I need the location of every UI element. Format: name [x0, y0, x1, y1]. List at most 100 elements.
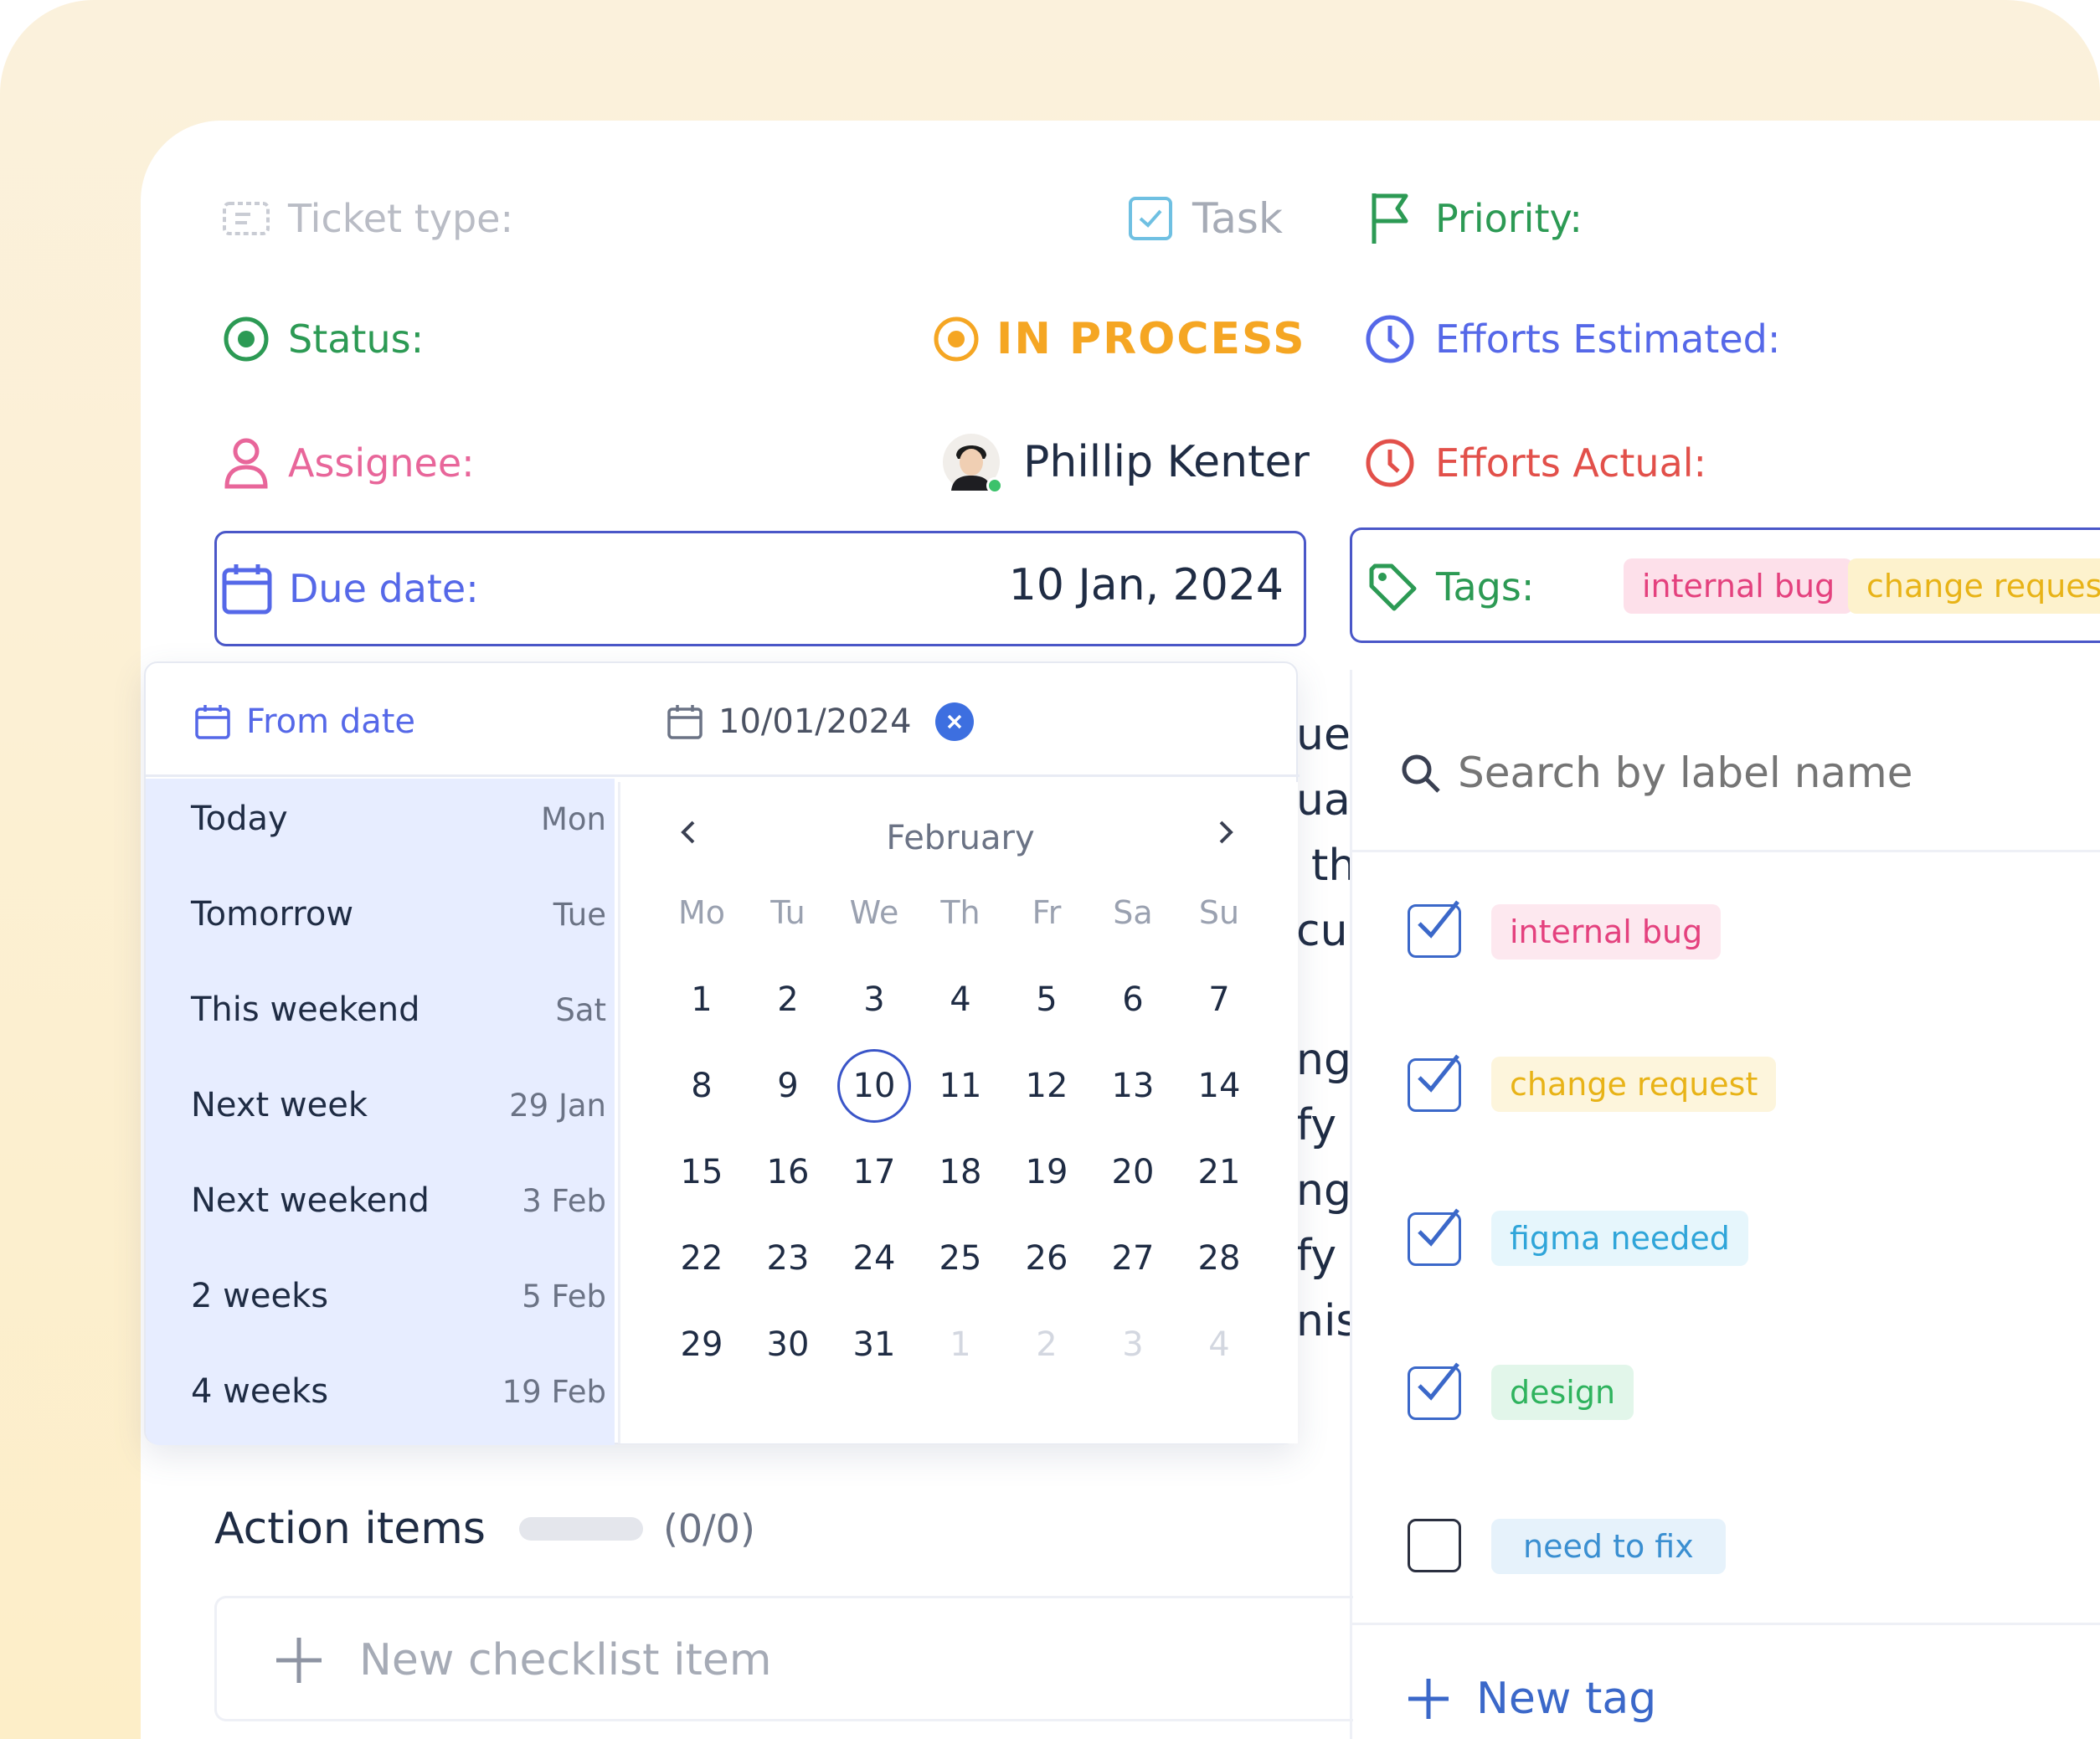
weekday-label: Th [940, 894, 981, 931]
calendar-day[interactable]: 7 [1181, 975, 1257, 1025]
preset-today[interactable]: Today Mon [191, 794, 606, 844]
calendar-day[interactable]: 10 [836, 1061, 912, 1111]
plus-icon [1406, 1676, 1451, 1721]
calendar-day[interactable]: 16 [750, 1147, 826, 1197]
weekday-label: Mo [677, 894, 726, 931]
calendar-day[interactable]: 24 [836, 1233, 912, 1284]
tag-chip-change-request[interactable]: change request [1848, 558, 2100, 614]
action-items-progress-bar [518, 1517, 643, 1541]
search-icon [1399, 752, 1443, 795]
status-text: IN PROCESS [996, 314, 1306, 364]
clock-icon [1365, 438, 1415, 488]
new-checklist-placeholder: New checklist item [359, 1635, 772, 1685]
date-input-value: 10/01/2024 [718, 702, 912, 741]
status-radio-icon [221, 314, 271, 364]
tag-chip-internal-bug[interactable]: internal bug [1624, 558, 1854, 614]
chevron-right-icon[interactable] [1208, 815, 1242, 849]
tag-option-need-to-fix[interactable]: need to fix [1491, 1519, 1726, 1574]
calendar-day[interactable]: 29 [664, 1320, 739, 1370]
calendar-day[interactable]: 12 [1009, 1061, 1084, 1111]
new-tag-label: New tag [1476, 1674, 1657, 1724]
tag-checkbox-figma-needed[interactable] [1408, 1208, 1461, 1266]
calendar-day[interactable]: 21 [1181, 1147, 1257, 1197]
tag-checkbox-internal-bug[interactable] [1408, 900, 1461, 958]
calendar-day[interactable]: 25 [923, 1233, 998, 1284]
calendar-day[interactable]: 23 [750, 1233, 826, 1284]
priority-row[interactable]: Priority: [1365, 189, 1583, 248]
calendar-day[interactable]: 2 [1009, 1320, 1084, 1370]
calendar-day[interactable]: 11 [923, 1061, 998, 1111]
avatar [943, 434, 1003, 494]
calendar-day[interactable]: 31 [836, 1320, 912, 1370]
preset-4-weeks[interactable]: 4 weeks 19 Feb [191, 1366, 606, 1417]
clock-icon [1365, 314, 1415, 364]
ticket-type-value[interactable]: Task [1125, 189, 1283, 248]
preset-this-weekend[interactable]: This weekend Sat [191, 985, 606, 1035]
efforts-actual-label: Efforts Actual: [1435, 440, 1707, 486]
tag-checkbox-change-request[interactable] [1408, 1054, 1461, 1112]
preset-name: Today [191, 800, 288, 838]
calendar-day[interactable]: 9 [750, 1061, 826, 1111]
calendar-day[interactable]: 26 [1009, 1233, 1084, 1284]
user-icon [221, 438, 271, 489]
weekday-label: Tu [770, 894, 806, 931]
date-input[interactable]: 10/01/2024 [667, 698, 974, 745]
calendar-day[interactable]: 1 [923, 1320, 998, 1370]
status-row: Status: [221, 310, 424, 368]
calendar-day[interactable]: 6 [1095, 975, 1171, 1025]
calendar-day[interactable]: 13 [1095, 1061, 1171, 1111]
calendar-day[interactable]: 8 [664, 1061, 739, 1111]
assignee-row: Assignee: [221, 434, 475, 492]
tags-label-group: Tags: [1367, 557, 1534, 617]
calendar-day[interactable]: 1 [664, 975, 739, 1025]
calendar-day[interactable]: 28 [1181, 1233, 1257, 1284]
background-text: ue [1296, 710, 1351, 760]
preset-value: 3 Feb [522, 1182, 606, 1219]
new-tag-button[interactable]: New tag [1406, 1670, 1656, 1728]
status-value[interactable]: IN PROCESS [931, 310, 1306, 368]
calendar-day[interactable]: 20 [1095, 1147, 1171, 1197]
calendar-day[interactable]: 2 [750, 975, 826, 1025]
clear-date-icon[interactable] [934, 702, 974, 741]
preset-tomorrow[interactable]: Tomorrow Tue [191, 889, 606, 939]
tag-option-internal-bug[interactable]: internal bug [1491, 904, 1722, 960]
due-date-field[interactable]: Due date: 10 Jan, 2024 [214, 531, 1306, 646]
calendar-day[interactable]: 3 [836, 975, 912, 1025]
calendar-day[interactable]: 5 [1009, 975, 1084, 1025]
calendar-day[interactable]: 4 [923, 975, 998, 1025]
tag-checkbox-need-to-fix[interactable] [1408, 1519, 1461, 1572]
tag-checkbox-design[interactable] [1408, 1362, 1461, 1420]
calendar-day[interactable]: 4 [1181, 1320, 1257, 1370]
calendar-day[interactable]: 19 [1009, 1147, 1084, 1197]
tag-option-design[interactable]: design [1491, 1365, 1634, 1420]
preset-2-weeks[interactable]: 2 weeks 5 Feb [191, 1271, 606, 1321]
action-items-count: (0/0) [662, 1506, 755, 1551]
preset-value: Sat [555, 991, 606, 1028]
efforts-estimated-row[interactable]: Efforts Estimated: [1365, 310, 1780, 368]
calendar-day[interactable]: 15 [664, 1147, 739, 1197]
calendar-day[interactable]: 27 [1095, 1233, 1171, 1284]
due-date-value: 10 Jan, 2024 [1008, 560, 1284, 610]
from-date-label: From date [246, 702, 416, 741]
tag-search-bar [1352, 670, 2100, 852]
assignee-value[interactable]: Phillip Kenter [943, 429, 1310, 496]
new-checklist-item-field[interactable]: New checklist item [214, 1596, 1353, 1721]
calendar-day[interactable]: 30 [750, 1320, 826, 1370]
preset-value: 5 Feb [522, 1278, 606, 1315]
calendar-day[interactable]: 14 [1181, 1061, 1257, 1111]
calendar-icon [194, 703, 231, 740]
background-text: cu [1296, 906, 1348, 956]
tag-option-change-request[interactable]: change request [1491, 1057, 1777, 1112]
calendar-day[interactable]: 18 [923, 1147, 998, 1197]
tags-field[interactable]: Tags: internal bug change request [1350, 527, 2100, 643]
preset-next-week[interactable]: Next week 29 Jan [191, 1080, 606, 1130]
efforts-actual-row[interactable]: Efforts Actual: [1365, 434, 1706, 492]
calendar-day[interactable]: 17 [836, 1147, 912, 1197]
tag-search-input[interactable] [1458, 743, 2094, 802]
tag-option-figma-needed[interactable]: figma needed [1491, 1211, 1748, 1266]
calendar-day[interactable]: 3 [1095, 1320, 1171, 1370]
calendar-day[interactable]: 22 [664, 1233, 739, 1284]
preset-next-weekend[interactable]: Next weekend 3 Feb [191, 1176, 606, 1226]
ticket-type-label: Ticket type: [288, 196, 513, 241]
calendar-month: February [886, 819, 1035, 857]
